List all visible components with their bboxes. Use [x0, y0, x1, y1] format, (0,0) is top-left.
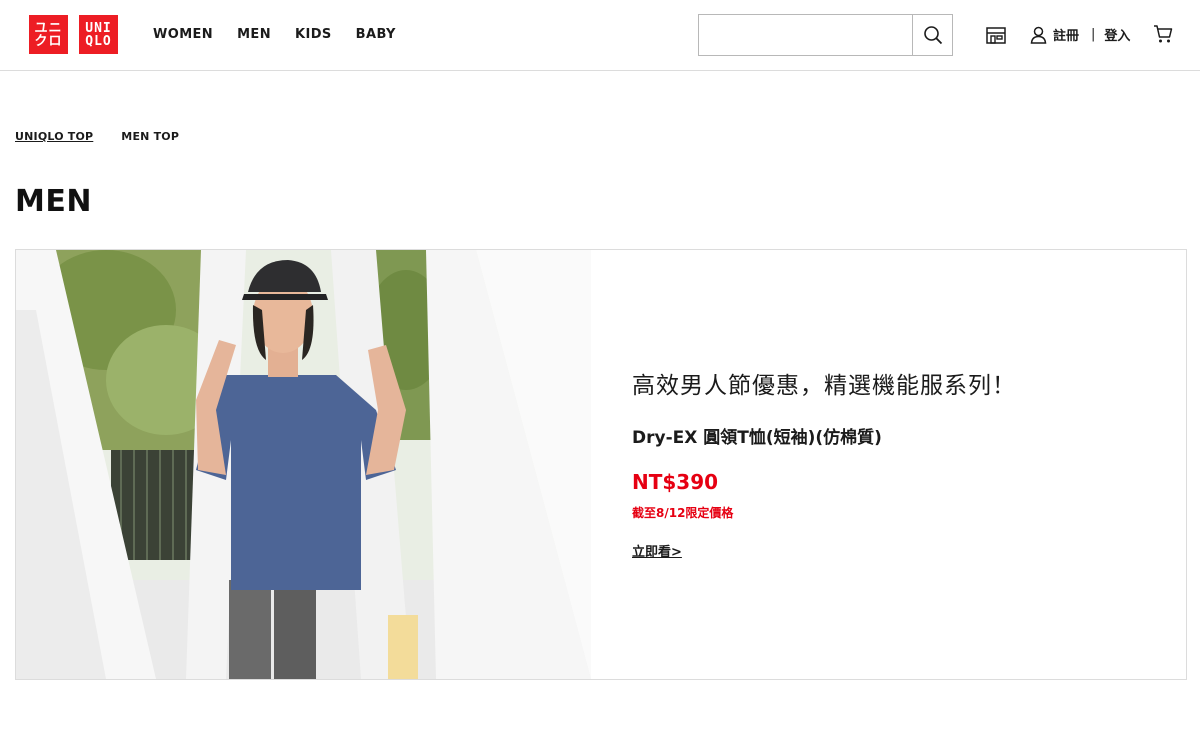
nav-men[interactable]: MEN — [237, 27, 271, 42]
promo-headline: 高效男人節優惠，精選機能服系列！ — [632, 373, 1016, 399]
nav-women[interactable]: WOMEN — [153, 27, 213, 42]
logo-latin-top: UNI — [85, 20, 112, 36]
cart-icon[interactable] — [1153, 24, 1173, 44]
logo-katakana-top: ユニ — [34, 20, 63, 36]
nav-kids[interactable]: KIDS — [295, 27, 332, 42]
register-link[interactable]: 註冊 — [1053, 25, 1079, 44]
search-input[interactable] — [699, 15, 912, 55]
product-name: Dry-EX 圓領T恤(短袖)(仿棉質) — [632, 428, 882, 448]
site-header: ユニ クロ UNI QLO WOMEN MEN KIDS BABY 註冊 | 登… — [0, 0, 1200, 71]
search-icon — [923, 26, 942, 45]
breadcrumb-home-link[interactable]: UNIQLO TOP — [15, 130, 93, 143]
uniqlo-logo[interactable]: ユニ クロ UNI QLO — [29, 15, 118, 54]
promo-banner-image — [16, 250, 591, 679]
nav-baby[interactable]: BABY — [356, 27, 396, 42]
logo-katakana-block: ユニ クロ — [29, 15, 68, 54]
search-button[interactable] — [912, 15, 952, 55]
main-nav: WOMEN MEN KIDS BABY — [153, 27, 420, 42]
breadcrumb-current: MEN TOP — [121, 130, 180, 143]
breadcrumb: UNIQLO TOP MEN TOP — [15, 130, 179, 143]
view-now-link[interactable]: 立即看> — [632, 541, 682, 560]
login-link[interactable]: 登入 — [1104, 25, 1130, 44]
logo-latin-block: UNI QLO — [79, 15, 118, 54]
promo-banner[interactable]: 高效男人節優惠，精選機能服系列！ Dry-EX 圓領T恤(短袖)(仿棉質) NT… — [15, 249, 1187, 680]
user-icon — [1030, 26, 1047, 44]
price-note: 截至8/12限定價格 — [632, 506, 734, 520]
product-price: NT$390 — [632, 470, 719, 494]
account-links: 註冊 | 登入 — [1030, 25, 1130, 44]
search-bar — [698, 14, 953, 56]
model-photo-illustration — [16, 250, 591, 679]
logo-latin-bottom: QLO — [85, 33, 112, 49]
logo-katakana-bottom: クロ — [34, 33, 63, 49]
store-locator-icon[interactable] — [985, 24, 1007, 46]
page-title: MEN — [15, 184, 92, 219]
promo-banner-text: 高效男人節優惠，精選機能服系列！ Dry-EX 圓領T恤(短袖)(仿棉質) NT… — [632, 366, 1016, 561]
account-separator: | — [1091, 27, 1096, 42]
